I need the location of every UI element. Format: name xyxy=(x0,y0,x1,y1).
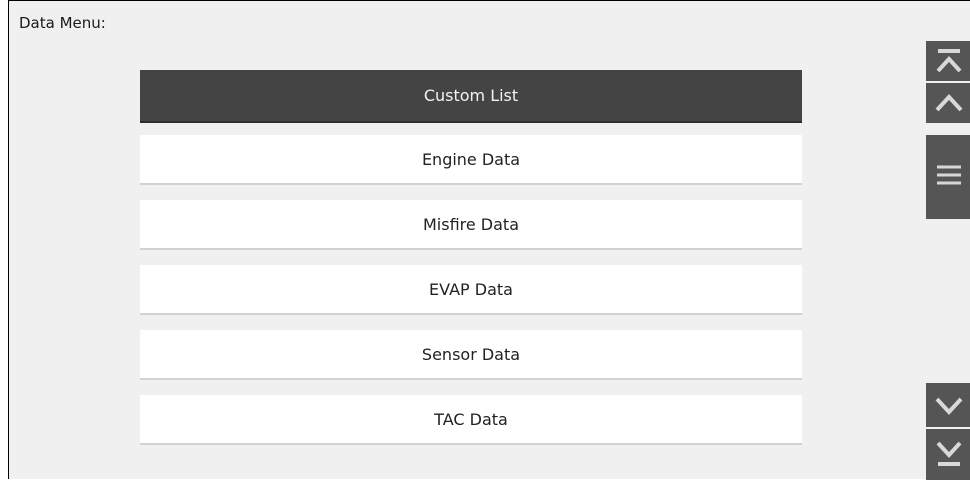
scroll-thumb[interactable] xyxy=(926,135,970,219)
data-menu-frame: Data Menu: Custom List Engine Data Misfi… xyxy=(8,0,970,480)
chevron-down-icon xyxy=(935,397,963,415)
menu-item-label: Engine Data xyxy=(421,149,521,169)
menu-item-label: Misfire Data xyxy=(422,214,520,234)
menu-item-engine-data[interactable]: Engine Data xyxy=(140,135,802,185)
page-title: Data Menu: xyxy=(19,14,106,32)
vertical-scrollbar[interactable] xyxy=(926,41,970,480)
menu-item-tac-data[interactable]: TAC Data xyxy=(140,395,802,445)
scroll-up-button[interactable] xyxy=(926,83,970,123)
double-chevron-up-icon xyxy=(936,49,962,73)
menu-item-label: Sensor Data xyxy=(421,344,521,364)
scroll-to-top-button[interactable] xyxy=(926,41,970,81)
menu-item-evap-data[interactable]: EVAP Data xyxy=(140,265,802,315)
menu-item-label: EVAP Data xyxy=(429,279,513,299)
chevron-up-icon xyxy=(935,94,963,112)
menu-item-sensor-data[interactable]: Sensor Data xyxy=(140,330,802,380)
menu-item-label: TAC Data xyxy=(434,409,508,429)
scroll-down-button[interactable] xyxy=(926,383,970,427)
scroll-to-bottom-button[interactable] xyxy=(926,429,970,480)
double-chevron-down-icon xyxy=(936,441,962,466)
menu-item-label: Custom List xyxy=(423,86,519,105)
menu-item-misfire-data[interactable]: Misfire Data xyxy=(140,200,802,250)
data-menu-list: Custom List Engine Data Misfire Data EVA… xyxy=(140,70,802,460)
grip-lines-icon xyxy=(937,165,961,185)
menu-item-custom-list[interactable]: Custom List xyxy=(140,70,802,123)
